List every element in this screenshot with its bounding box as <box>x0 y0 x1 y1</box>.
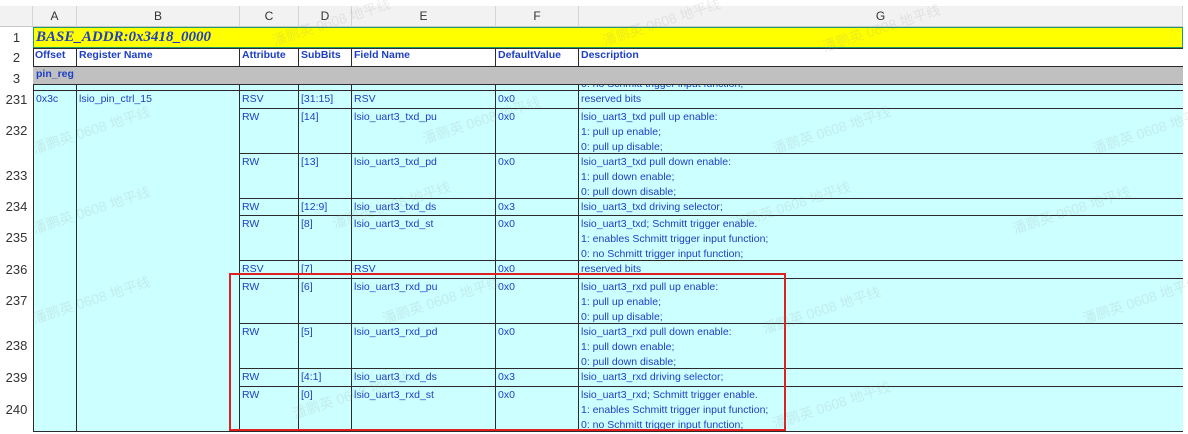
grid-vline <box>578 48 579 66</box>
field-name-cell[interactable]: RSV <box>354 93 376 105</box>
field-name-cell[interactable]: lsio_uart3_txd_st <box>354 218 433 230</box>
section-row[interactable] <box>33 66 1183 84</box>
highlight-box <box>229 273 786 431</box>
row-header-2[interactable]: 2 <box>0 48 33 66</box>
column-header-d[interactable]: D <box>299 6 352 27</box>
grid-hline <box>239 153 1183 154</box>
attribute-cell[interactable]: RSV <box>242 93 264 105</box>
row-header-3[interactable]: 3 <box>0 66 33 90</box>
row-header-240[interactable]: 240 <box>0 386 33 432</box>
column-header-e[interactable]: E <box>352 6 496 27</box>
description-line[interactable]: 0: no Schmitt trigger input function; <box>581 248 743 260</box>
grid-hline <box>33 66 1183 67</box>
description-line[interactable]: 1: enables Schmitt trigger input functio… <box>581 233 768 245</box>
row-header-234[interactable]: 234 <box>0 198 33 215</box>
header-description[interactable]: Description <box>579 49 1179 66</box>
column-header-c[interactable]: C <box>240 6 299 27</box>
row-header-239[interactable]: 239 <box>0 368 33 386</box>
default-value-cell[interactable]: 0x3 <box>498 201 515 213</box>
grid-hline <box>33 48 1183 49</box>
description-line[interactable]: lsio_uart3_txd; Schmitt trigger enable. <box>581 218 757 230</box>
description-line[interactable]: 1: pull down enable; <box>581 171 674 183</box>
register-name-cell[interactable]: lsio_pin_ctrl_15 <box>79 93 152 105</box>
attribute-cell[interactable]: RW <box>242 201 259 213</box>
description-line[interactable]: 0: pull up disable; <box>581 141 663 153</box>
grid-vline <box>33 48 34 66</box>
section-label[interactable]: pin_reg <box>36 68 74 80</box>
row-header-238[interactable]: 238 <box>0 323 33 368</box>
row-header-235[interactable]: 235 <box>0 215 33 260</box>
grid-vline <box>33 84 34 432</box>
field-name-cell[interactable]: lsio_uart3_txd_pu <box>354 111 437 123</box>
subbits-cell[interactable]: [8] <box>301 218 313 230</box>
description-line[interactable]: lsio_uart3_txd pull up enable: <box>581 111 718 123</box>
row-header-237[interactable]: 237 <box>0 278 33 323</box>
subbits-cell[interactable]: [14] <box>301 111 319 123</box>
select-all-corner[interactable] <box>0 6 33 27</box>
attribute-cell[interactable]: RW <box>242 218 259 230</box>
grid-vline <box>351 48 352 66</box>
description-line[interactable]: lsio_uart3_txd pull down enable: <box>581 156 731 168</box>
base-addr-cell[interactable]: BASE_ADDR:0x3418_0000 <box>36 29 211 46</box>
header-register-name[interactable]: Register Name <box>77 49 239 66</box>
spreadsheet[interactable]: ABCDEFG 1 2 3 231 232 233 234 235 236 237 238 239 24… <box>0 0 1188 434</box>
description-line[interactable]: 0: pull down disable; <box>581 186 676 198</box>
row-header-232[interactable]: 232 <box>0 108 33 153</box>
grid-vline <box>495 48 496 66</box>
header-subbits[interactable]: SubBits <box>299 49 351 66</box>
field-name-cell[interactable]: lsio_uart3_txd_ds <box>354 201 436 213</box>
header-default-value[interactable]: DefaultValue <box>496 49 578 66</box>
grid-hline <box>239 260 1183 261</box>
grid-vline <box>298 48 299 66</box>
header-field-name[interactable]: Field Name <box>352 49 495 66</box>
grid-hline <box>239 198 1183 199</box>
default-value-cell[interactable]: 0x0 <box>498 111 515 123</box>
grid-hline <box>33 84 1183 85</box>
attribute-cell[interactable]: RW <box>242 111 259 123</box>
attribute-cell[interactable]: RW <box>242 156 259 168</box>
row-header-236[interactable]: 236 <box>0 260 33 278</box>
subbits-cell[interactable]: [31:15] <box>301 93 333 105</box>
grid-vline <box>76 84 77 432</box>
column-header-g[interactable]: G <box>579 6 1183 27</box>
header-attribute[interactable]: Attribute <box>240 49 298 66</box>
row-header-231[interactable]: 231 <box>0 90 33 108</box>
header-offset[interactable]: Offset <box>33 49 76 66</box>
grid-vline <box>76 48 77 66</box>
grid-hline <box>239 108 1183 109</box>
grid-hline <box>33 90 1183 91</box>
grid-vline <box>239 48 240 66</box>
column-header-f[interactable]: F <box>496 6 579 27</box>
default-value-cell[interactable]: 0x0 <box>498 218 515 230</box>
grid-hline <box>239 215 1183 216</box>
row-header-1[interactable]: 1 <box>0 27 33 48</box>
subbits-cell[interactable]: [12:9] <box>301 201 327 213</box>
subbits-cell[interactable]: [13] <box>301 156 319 168</box>
row-header-233[interactable]: 233 <box>0 153 33 198</box>
column-header-a[interactable]: A <box>33 6 77 27</box>
offset-cell[interactable]: 0x3c <box>36 93 58 105</box>
column-header-b[interactable]: B <box>77 6 240 27</box>
default-value-cell[interactable]: 0x0 <box>498 156 515 168</box>
description-line[interactable]: reserved bits <box>581 93 641 105</box>
description-line[interactable]: lsio_uart3_txd driving selector; <box>581 201 723 213</box>
grid-hline <box>33 431 1183 432</box>
field-name-cell[interactable]: lsio_uart3_txd_pd <box>354 156 437 168</box>
description-line[interactable]: 1: pull up enable; <box>581 126 661 138</box>
default-value-cell[interactable]: 0x0 <box>498 93 515 105</box>
